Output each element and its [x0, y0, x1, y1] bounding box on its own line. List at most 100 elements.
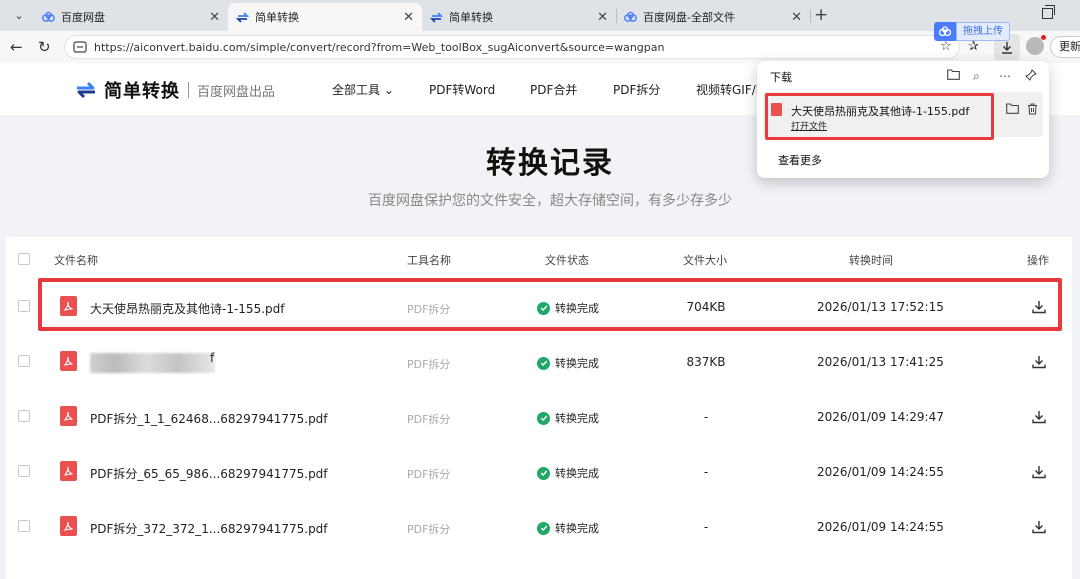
- page-subtitle: 百度网盘保护您的文件安全，超大存储空间，有多少存多少: [368, 193, 732, 209]
- file-status: 转换完成: [537, 520, 599, 536]
- window-restore-icon[interactable]: [1042, 5, 1055, 19]
- check-circle-icon: [537, 466, 550, 480]
- tab-baidu-pan[interactable]: 百度网盘 ✕: [34, 3, 228, 31]
- baidu-cloud-icon: [934, 22, 956, 41]
- tab-title: 简单转换: [449, 11, 493, 24]
- pdf-file-icon: [60, 351, 77, 371]
- file-size: -: [703, 520, 709, 534]
- tab-title: 百度网盘-全部文件: [643, 11, 735, 24]
- star-icon[interactable]: ☆: [940, 39, 952, 54]
- close-icon[interactable]: ✕: [597, 10, 608, 25]
- show-in-folder-icon[interactable]: [1006, 103, 1019, 118]
- file-status: 转换完成: [537, 355, 599, 371]
- tool-name: PDF拆分: [407, 468, 451, 481]
- row-checkbox[interactable]: [18, 300, 30, 312]
- file-status: 转换完成: [537, 410, 599, 426]
- row-checkbox[interactable]: [18, 465, 30, 477]
- back-arrow-icon[interactable]: ←: [10, 38, 23, 56]
- check-circle-icon: [537, 411, 550, 425]
- table-row[interactable]: PDF拆分_1_1_62468...68297941775.pdf PDF拆分 …: [6, 389, 1072, 444]
- download-icon[interactable]: [1031, 409, 1047, 425]
- favorites-icon[interactable]: ✰: [968, 39, 979, 54]
- file-name[interactable]: f: [210, 351, 214, 365]
- download-icon[interactable]: [1031, 519, 1047, 535]
- update-button[interactable]: 更新: [1050, 36, 1080, 58]
- download-arrow-icon: [1002, 41, 1012, 54]
- address-bar[interactable]: https://aiconvert.baidu.com/simple/conve…: [64, 35, 960, 59]
- table-row[interactable]: PDF拆分_65_65_986...68297941775.pdf PDF拆分 …: [6, 444, 1072, 499]
- convert-time: 2026/01/09 14:24:55: [817, 520, 944, 534]
- tab-baidu-pan-files[interactable]: 百度网盘-全部文件 ✕: [616, 3, 810, 31]
- download-highlight-box: [765, 93, 994, 140]
- tab-list-button[interactable]: ⌄: [8, 5, 30, 25]
- nav-pdf-merge[interactable]: PDF合并: [530, 81, 577, 98]
- row-checkbox[interactable]: [18, 355, 30, 367]
- table-row[interactable]: PDF拆分_372_372_1...68297941775.pdf PDF拆分 …: [6, 499, 1072, 554]
- upload-label: 拖拽上传: [956, 22, 1010, 41]
- header-action: 操作: [1027, 254, 1049, 267]
- header-file-name: 文件名称: [54, 254, 98, 267]
- drag-upload-badge[interactable]: 拖拽上传: [934, 22, 1010, 41]
- see-more-link[interactable]: 查看更多: [778, 152, 822, 168]
- brand-mark-icon: [77, 81, 95, 99]
- brand-logo[interactable]: 简单转换 百度网盘出品: [76, 77, 275, 103]
- status-label: 转换完成: [555, 522, 599, 535]
- blurred-file-name: [90, 353, 215, 373]
- header-convert-time: 转换时间: [849, 254, 893, 267]
- download-icon[interactable]: [1031, 354, 1047, 370]
- row-highlight-box: [38, 278, 1062, 331]
- tab-simple-convert[interactable]: 简单转换 ✕: [422, 3, 616, 31]
- tool-name: PDF拆分: [407, 358, 451, 371]
- tab-title: 百度网盘: [61, 11, 105, 24]
- status-label: 转换完成: [555, 467, 599, 480]
- select-all-checkbox[interactable]: [18, 253, 30, 265]
- header-tool-name: 工具名称: [407, 254, 451, 267]
- tool-name: PDF拆分: [407, 523, 451, 536]
- browser-toolbar: ← ↻ https://aiconvert.baidu.com/simple/c…: [0, 31, 1080, 63]
- nav-pdf-split[interactable]: PDF拆分: [613, 81, 660, 98]
- profile-avatar[interactable]: [1026, 35, 1046, 55]
- download-icon[interactable]: [1031, 464, 1047, 480]
- convert-time: 2026/01/13 17:41:25: [817, 355, 944, 369]
- status-label: 转换完成: [555, 357, 599, 370]
- table-row[interactable]: f PDF拆分 转换完成 837KB 2026/01/13 17:41:25: [6, 334, 1072, 389]
- nav-pdf-to-word[interactable]: PDF转Word: [429, 81, 495, 98]
- status-label: 转换完成: [555, 412, 599, 425]
- file-name[interactable]: PDF拆分_372_372_1...68297941775.pdf: [90, 520, 328, 537]
- file-name[interactable]: PDF拆分_65_65_986...68297941775.pdf: [90, 465, 328, 482]
- row-checkbox[interactable]: [18, 410, 30, 422]
- downloads-title: 下载: [770, 71, 792, 84]
- tab-simple-convert-active[interactable]: 简单转换 ✕: [228, 3, 422, 31]
- tab-strip: ⌄ 百度网盘 ✕ 简单转换 ✕ 简单转换 ✕ 百度网盘-全部文件 ✕ +: [0, 0, 1080, 31]
- delete-icon[interactable]: [1027, 103, 1038, 119]
- convert-time: 2026/01/09 14:24:55: [817, 465, 944, 479]
- more-options-icon[interactable]: ⋯: [999, 69, 1011, 83]
- url-text: https://aiconvert.baidu.com/simple/conve…: [94, 40, 665, 54]
- search-icon[interactable]: ⌕: [973, 69, 980, 84]
- open-folder-icon[interactable]: [947, 69, 960, 83]
- nav-video-to-gif[interactable]: 视频转GIF/M: [696, 81, 766, 98]
- brand-name: 简单转换: [104, 81, 180, 102]
- pdf-file-icon: [60, 406, 77, 426]
- site-info-icon[interactable]: [73, 40, 87, 54]
- file-name[interactable]: PDF拆分_1_1_62468...68297941775.pdf: [90, 410, 328, 427]
- refresh-icon[interactable]: ↻: [38, 38, 51, 56]
- tab-title: 简单转换: [255, 11, 299, 24]
- nav-all-tools[interactable]: 全部工具 ⌄: [332, 81, 394, 98]
- nav-label: 全部工具: [332, 83, 381, 97]
- pin-icon[interactable]: [1025, 69, 1037, 84]
- file-size: -: [703, 410, 709, 424]
- new-tab-plus-icon[interactable]: +: [814, 5, 828, 25]
- convert-logo-icon: [236, 11, 249, 24]
- file-size: 837KB: [686, 355, 726, 369]
- baidu-cloud-icon: [42, 11, 55, 24]
- row-checkbox[interactable]: [18, 520, 30, 532]
- close-icon[interactable]: ✕: [403, 10, 414, 25]
- baidu-cloud-icon: [624, 11, 637, 24]
- check-circle-icon: [537, 356, 550, 370]
- header-file-size: 文件大小: [683, 254, 727, 267]
- pdf-file-icon: [60, 461, 77, 481]
- close-icon[interactable]: ✕: [209, 10, 220, 25]
- close-icon[interactable]: ✕: [791, 10, 802, 25]
- brand-divider: [188, 82, 189, 98]
